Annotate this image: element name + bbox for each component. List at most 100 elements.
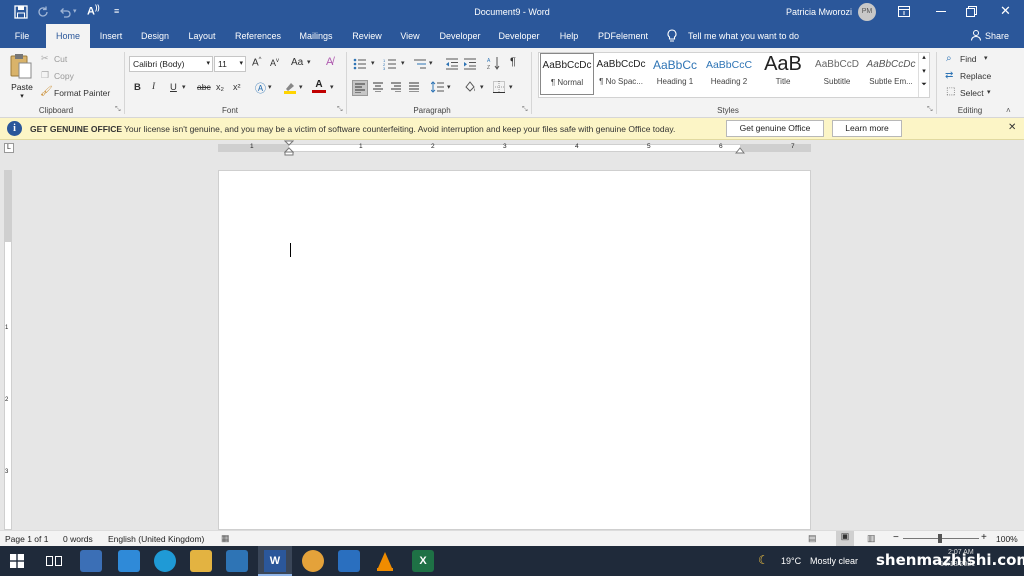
chevron-down-icon[interactable]: ▾ — [268, 83, 272, 91]
paste-button[interactable]: Paste ▾ — [8, 52, 36, 100]
tab-file[interactable]: File — [6, 24, 38, 48]
strikethrough-button[interactable]: abc — [197, 82, 211, 92]
word-count[interactable]: 0 words — [63, 534, 93, 544]
zoom-slider-thumb[interactable] — [938, 534, 942, 543]
bullets-icon[interactable] — [353, 58, 367, 70]
shading-icon[interactable] — [463, 81, 477, 94]
subscript-button[interactable]: x₂ — [216, 82, 224, 92]
align-right-icon[interactable] — [391, 82, 401, 92]
windows-start-icon[interactable] — [10, 554, 24, 568]
style-subtle-emphasis[interactable]: AaBbCcDc Subtle Em... — [864, 53, 918, 95]
web-layout-icon[interactable]: ▥ — [867, 533, 876, 544]
bold-button[interactable]: B — [134, 82, 141, 93]
get-genuine-office-button[interactable]: Get genuine Office — [726, 120, 824, 137]
document-page[interactable] — [218, 170, 811, 530]
tell-me-search[interactable]: Tell me what you want to do — [688, 24, 799, 48]
change-case-button[interactable]: Aa — [291, 57, 303, 68]
macro-record-icon[interactable]: ▦ — [221, 533, 230, 544]
right-indent-marker[interactable] — [735, 146, 745, 154]
zoom-in-icon[interactable]: + — [981, 532, 987, 543]
chevron-down-icon[interactable]: ▾ — [447, 83, 451, 91]
underline-button[interactable]: U — [170, 82, 177, 93]
video-app-icon[interactable] — [338, 550, 360, 572]
first-line-indent-marker[interactable] — [284, 140, 294, 156]
borders-icon[interactable] — [493, 81, 505, 93]
style-heading-1[interactable]: AaBbCc Heading 1 — [648, 53, 702, 95]
decrease-indent-icon[interactable] — [445, 58, 459, 70]
line-spacing-icon[interactable] — [431, 81, 445, 93]
shrink-font-icon[interactable]: Av — [270, 58, 279, 68]
align-center-icon[interactable] — [373, 82, 383, 92]
numbering-icon[interactable]: 123 — [383, 58, 397, 70]
paragraph-launcher-icon[interactable]: ⤡ — [522, 106, 528, 114]
chevron-down-icon[interactable]: ▾ — [330, 83, 334, 91]
clear-formatting-icon[interactable]: A̸ — [326, 56, 333, 68]
style-normal[interactable]: AaBbCcDc ¶ Normal — [540, 53, 594, 95]
word-taskbar-button[interactable]: W — [258, 546, 292, 576]
chevron-down-icon[interactable]: ▾ — [401, 59, 405, 67]
select-button[interactable]: Select — [960, 88, 984, 98]
share-button[interactable]: Share — [985, 24, 1009, 48]
ribbon-display-options-icon[interactable] — [898, 6, 910, 17]
chevron-down-icon[interactable]: ▾ — [182, 83, 186, 91]
chevron-down-icon[interactable]: ▾ — [480, 83, 484, 91]
style-heading-2[interactable]: AaBbCcC Heading 2 — [702, 53, 756, 95]
more-styles-icon[interactable]: ⏷ — [919, 81, 929, 95]
tab-developer[interactable]: Developer — [434, 24, 486, 48]
page-count[interactable]: Page 1 of 1 — [5, 534, 48, 544]
read-mode-icon[interactable]: ▤ — [808, 533, 817, 544]
superscript-button[interactable]: x² — [233, 82, 241, 92]
app-icon[interactable] — [226, 550, 248, 572]
tab-selector-icon[interactable]: L — [4, 143, 14, 153]
styles-launcher-icon[interactable]: ⤡ — [927, 106, 933, 114]
chevron-down-icon[interactable]: ▾ — [919, 67, 929, 81]
temperature[interactable]: 19°C — [781, 556, 801, 566]
restore-icon[interactable] — [966, 6, 977, 17]
close-icon[interactable]: ✕ — [1008, 122, 1016, 133]
share-icon[interactable] — [970, 29, 982, 41]
user-name[interactable]: Patricia Mworozi — [786, 7, 852, 17]
multilevel-list-icon[interactable] — [413, 58, 427, 70]
minimize-icon[interactable] — [936, 11, 946, 12]
close-icon[interactable]: ✕ — [1000, 3, 1011, 19]
tab-developer-2[interactable]: Developer — [493, 24, 545, 48]
chevron-up-icon[interactable]: ▴ — [919, 53, 929, 67]
paste-dropdown-icon[interactable]: ▾ — [8, 92, 36, 100]
chevron-down-icon[interactable]: ▾ — [371, 59, 375, 67]
chrome-icon[interactable] — [302, 550, 324, 572]
font-size-select[interactable]: 11 ▾ — [214, 56, 246, 72]
tab-layout[interactable]: Layout — [182, 24, 222, 48]
store-icon[interactable] — [80, 550, 102, 572]
replace-button[interactable]: Replace — [960, 71, 991, 81]
justify-icon[interactable] — [409, 82, 419, 92]
tab-review[interactable]: Review — [347, 24, 387, 48]
chevron-down-icon[interactable]: ▾ — [429, 59, 433, 67]
font-family-select[interactable]: Calibri (Body) ▾ — [129, 56, 213, 72]
zoom-out-icon[interactable]: − — [893, 532, 899, 543]
excel-icon[interactable]: X — [412, 550, 434, 572]
style-no-spacing[interactable]: AaBbCcDc ¶ No Spac... — [594, 53, 648, 95]
task-view-icon[interactable] — [46, 554, 62, 568]
style-title[interactable]: AaB Title — [756, 53, 810, 95]
tab-insert[interactable]: Insert — [92, 24, 130, 48]
copy-button[interactable]: Copy — [54, 71, 74, 81]
tab-help[interactable]: Help — [553, 24, 585, 48]
chevron-down-icon[interactable]: ▾ — [987, 88, 991, 96]
avatar[interactable]: PM — [858, 3, 876, 21]
font-color-icon[interactable]: A — [312, 79, 326, 93]
vlc-icon[interactable] — [374, 550, 396, 572]
increase-indent-icon[interactable] — [463, 58, 477, 70]
styles-scroll[interactable]: ▴ ▾ ⏷ — [918, 53, 929, 97]
tab-design[interactable]: Design — [136, 24, 174, 48]
grow-font-icon[interactable]: A^ — [252, 57, 262, 68]
language[interactable]: English (United Kingdom) — [108, 534, 204, 544]
find-button[interactable]: Find — [960, 54, 977, 64]
chevron-down-icon[interactable]: ▾ — [307, 58, 311, 66]
format-painter-button[interactable]: Format Painter — [54, 88, 110, 98]
chevron-down-icon[interactable]: ▾ — [299, 83, 303, 91]
tab-view[interactable]: View — [394, 24, 426, 48]
chevron-down-icon[interactable]: ▾ — [509, 83, 513, 91]
learn-more-button[interactable]: Learn more — [832, 120, 902, 137]
sort-icon[interactable]: AZ — [487, 56, 501, 70]
file-explorer-icon[interactable] — [190, 550, 212, 572]
